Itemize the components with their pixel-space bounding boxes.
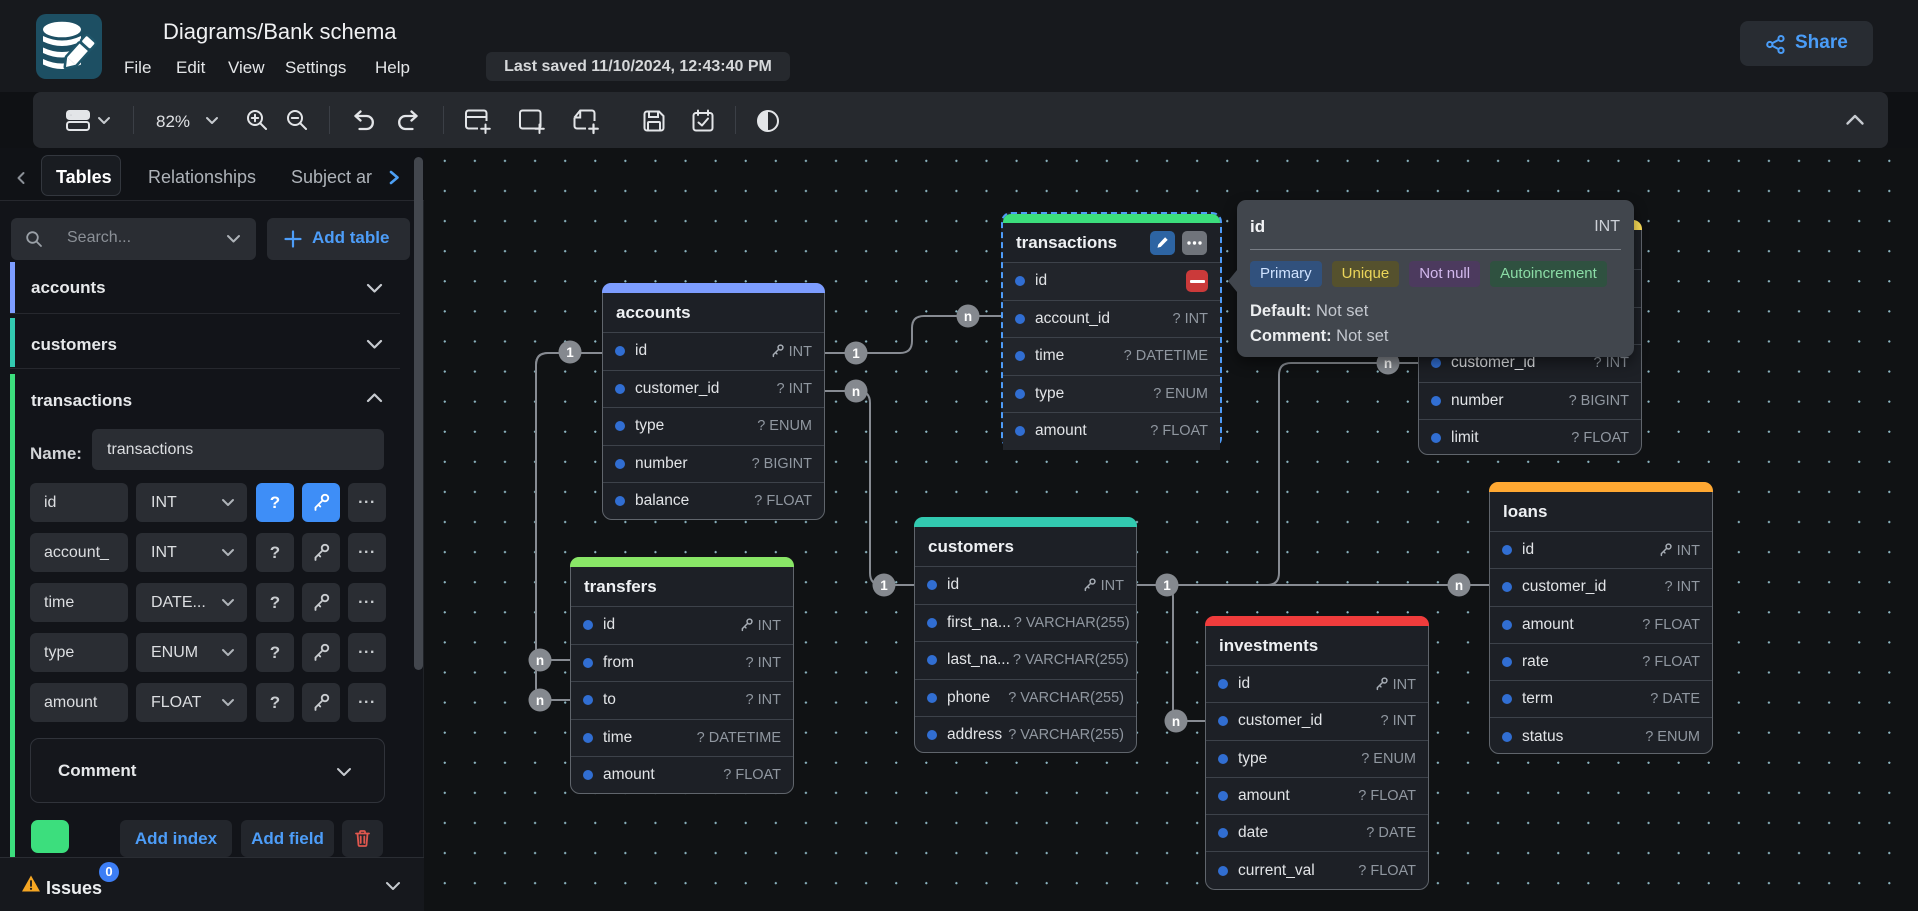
svg-text:n: n (536, 653, 544, 668)
svg-text:1: 1 (852, 346, 860, 361)
svg-text:n: n (852, 384, 860, 399)
svg-text:n: n (964, 309, 972, 324)
svg-text:n: n (1455, 578, 1463, 593)
svg-text:n: n (1384, 356, 1392, 371)
svg-text:1: 1 (880, 578, 888, 593)
svg-text:n: n (536, 693, 544, 708)
svg-text:1: 1 (1163, 578, 1171, 593)
svg-text:n: n (1172, 714, 1180, 729)
svg-text:1: 1 (566, 345, 574, 360)
